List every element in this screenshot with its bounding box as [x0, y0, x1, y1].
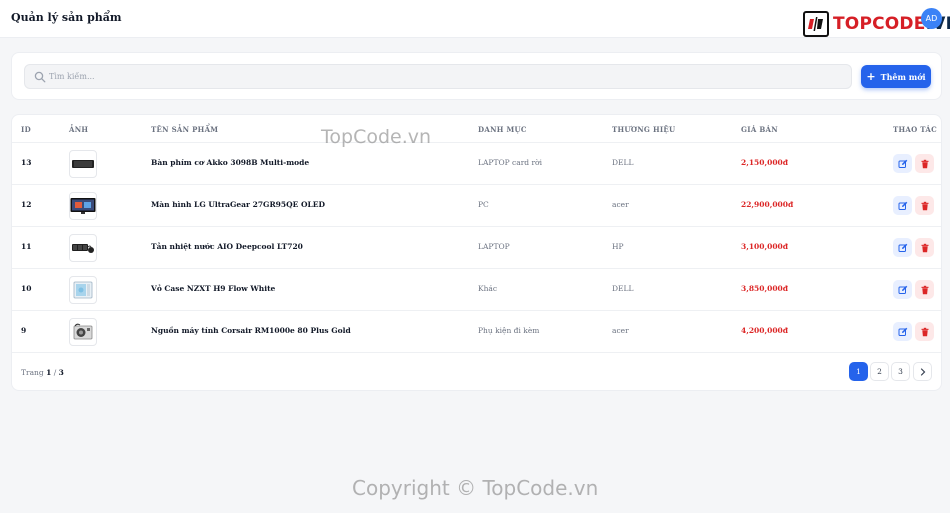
search-card: + Thêm mới: [11, 52, 942, 100]
edit-icon: [898, 243, 907, 252]
chevron-right-icon: [920, 367, 925, 376]
table-row: 12 Màn hình LG UltraGear 27GR95QE OLED P…: [12, 185, 941, 227]
search-input[interactable]: [49, 65, 839, 88]
product-name: Vỏ Case NZXT H9 Flow White: [151, 284, 276, 293]
page-button-1[interactable]: 1: [849, 362, 868, 381]
product-category: Khác: [478, 284, 498, 293]
product-brand: DELL: [612, 158, 634, 167]
product-brand: DELL: [612, 284, 634, 293]
row-id: 12: [21, 200, 32, 209]
products-table: ID ẢNH TÊN SẢN PHẨM DANH MỤC THƯƠNG HIỆU…: [11, 114, 942, 391]
next-page-button[interactable]: [913, 362, 932, 381]
add-new-label: Thêm mới: [880, 71, 926, 82]
watermark-bottom: Copyright © TopCode.vn: [352, 476, 599, 500]
top-bar: Quản lý sản phẩm TOPCODE.VN AD: [0, 0, 950, 38]
delete-button[interactable]: [915, 154, 934, 173]
column-header-id: ID: [21, 125, 31, 134]
product-image-monitor: [69, 192, 97, 220]
edit-icon: [898, 285, 907, 294]
row-id: 10: [21, 284, 32, 293]
edit-icon: [898, 159, 907, 168]
table-row: 13 Bàn phím cơ Akko 3098B Multi-mode LAP…: [12, 143, 941, 185]
product-price: 3,850,000đ: [741, 284, 788, 293]
pagination-label: Trang: [21, 368, 44, 377]
brand-text-part1: TOPCODE: [833, 14, 926, 34]
product-category: Phụ kiện đi kèm: [478, 326, 540, 335]
product-image-aio-cooler: [69, 234, 97, 262]
search-icon: [34, 71, 46, 83]
product-image-keyboard: [69, 150, 97, 178]
product-category: PC: [478, 200, 489, 209]
column-header-price: GIÁ BÁN: [741, 125, 778, 134]
column-header-image: ẢNH: [69, 125, 89, 134]
page-button-2[interactable]: 2: [870, 362, 889, 381]
trash-icon: [921, 327, 928, 336]
product-category: LAPTOP card rời: [478, 158, 542, 167]
column-header-actions: THAO TÁC: [893, 125, 938, 134]
product-image-pc-case: [69, 276, 97, 304]
avatar[interactable]: AD: [921, 8, 942, 29]
column-header-name: TÊN SẢN PHẨM: [151, 125, 219, 134]
product-category: LAPTOP: [478, 242, 510, 251]
delete-button[interactable]: [915, 322, 934, 341]
product-brand: acer: [612, 326, 629, 335]
row-id: 11: [21, 242, 32, 251]
trash-icon: [921, 243, 928, 252]
pagination-separator: /: [53, 368, 57, 377]
table-row: 9 Nguồn máy tính Corsair RM1000e 80 Plus…: [12, 311, 941, 353]
table-header: ID ẢNH TÊN SẢN PHẨM DANH MỤC THƯƠNG HIỆU…: [12, 115, 941, 143]
product-brand: HP: [612, 242, 624, 251]
edit-button[interactable]: [893, 154, 912, 173]
column-header-category: DANH MỤC: [478, 125, 527, 134]
product-name: Nguồn máy tính Corsair RM1000e 80 Plus G…: [151, 326, 351, 335]
plus-icon: +: [866, 70, 876, 83]
table-row: 11 Tản nhiệt nước AIO Deepcool LT720 LAP…: [12, 227, 941, 269]
product-name: Màn hình LG UltraGear 27GR95QE OLED: [151, 200, 325, 209]
product-price: 3,100,000đ: [741, 242, 788, 251]
edit-icon: [898, 201, 907, 210]
product-price: 2,150,000đ: [741, 158, 788, 167]
edit-button[interactable]: [893, 196, 912, 215]
product-name: Bàn phím cơ Akko 3098B Multi-mode: [151, 158, 310, 167]
edit-button[interactable]: [893, 238, 912, 257]
product-price: 4,200,000đ: [741, 326, 788, 335]
add-new-button[interactable]: + Thêm mới: [861, 65, 931, 88]
product-image-psu: [69, 318, 97, 346]
delete-button[interactable]: [915, 280, 934, 299]
pagination-current: 1: [46, 368, 52, 377]
trash-icon: [921, 159, 928, 168]
trash-icon: [921, 285, 928, 294]
column-header-brand: THƯƠNG HIỆU: [612, 125, 676, 134]
row-id: 9: [21, 326, 27, 335]
page-button-3[interactable]: 3: [891, 362, 910, 381]
edit-icon: [898, 327, 907, 336]
pagination-info: Trang 1 / 3: [21, 368, 64, 377]
page-title: Quản lý sản phẩm: [11, 11, 122, 24]
product-price: 22,900,000đ: [741, 200, 794, 209]
trash-icon: [921, 201, 928, 210]
product-brand: acer: [612, 200, 629, 209]
row-id: 13: [21, 158, 32, 167]
table-row: 10 Vỏ Case NZXT H9 Flow White Khác DELL …: [12, 269, 941, 311]
pagination-total: 3: [58, 368, 64, 377]
edit-button[interactable]: [893, 322, 912, 341]
delete-button[interactable]: [915, 238, 934, 257]
edit-button[interactable]: [893, 280, 912, 299]
delete-button[interactable]: [915, 196, 934, 215]
search-box[interactable]: [24, 64, 852, 89]
brand-mark-icon: [803, 11, 829, 37]
product-name: Tản nhiệt nước AIO Deepcool LT720: [151, 242, 303, 251]
